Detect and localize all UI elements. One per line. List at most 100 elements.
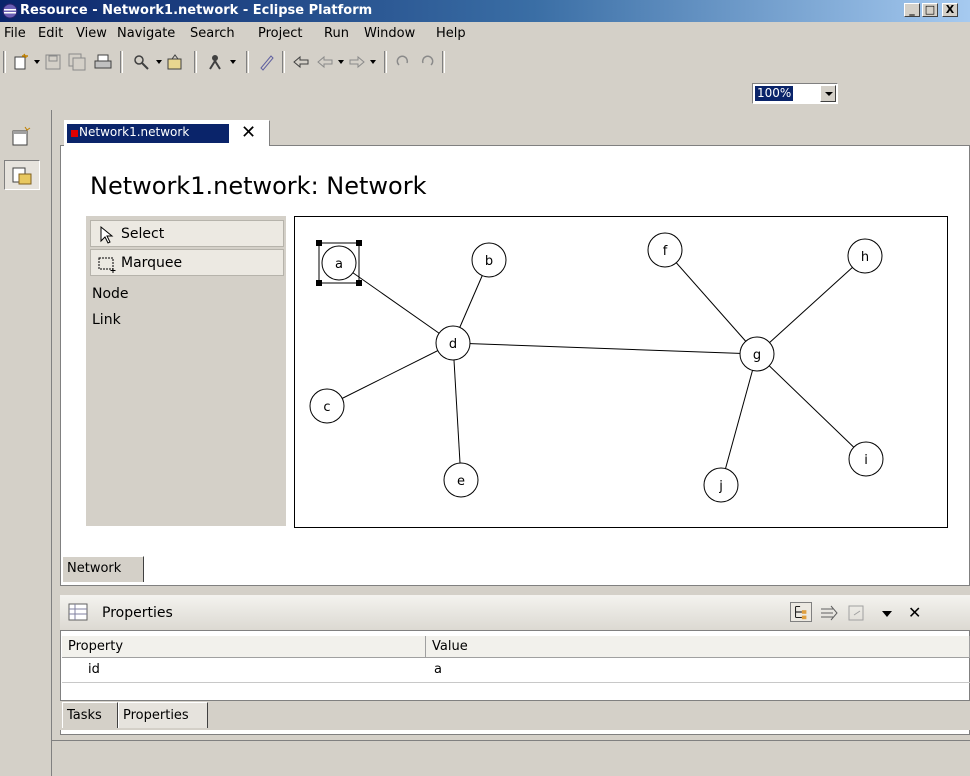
open-perspective-icon bbox=[12, 126, 31, 146]
column-header-property[interactable]: Property bbox=[62, 636, 426, 658]
close-view-icon[interactable]: ✕ bbox=[908, 603, 921, 622]
new-wizard-icon[interactable] bbox=[12, 53, 30, 71]
menu-view[interactable]: View bbox=[76, 26, 107, 41]
diagram-canvas[interactable]: a b c d e f g h i j bbox=[294, 216, 948, 528]
show-advanced-icon[interactable] bbox=[818, 603, 840, 623]
back-icon[interactable] bbox=[316, 53, 334, 71]
print-icon[interactable] bbox=[94, 53, 112, 71]
close-window-button[interactable]: X bbox=[942, 3, 958, 17]
menu-search[interactable]: Search bbox=[190, 26, 235, 41]
menu-file[interactable]: File bbox=[4, 26, 26, 41]
forward-dropdown-arrow[interactable] bbox=[370, 60, 376, 64]
link-e-d[interactable] bbox=[452, 342, 462, 481]
row-divider bbox=[62, 682, 970, 683]
selection-handle[interactable] bbox=[316, 280, 322, 286]
column-header-value[interactable]: Value bbox=[426, 636, 970, 658]
node-a[interactable]: a bbox=[316, 240, 362, 286]
link-h-g[interactable] bbox=[756, 255, 866, 355]
redo-icon[interactable] bbox=[418, 53, 436, 71]
node-label: d bbox=[449, 337, 457, 352]
run-dropdown-arrow[interactable] bbox=[230, 60, 236, 64]
save-all-icon[interactable] bbox=[68, 53, 86, 71]
palette-entry-link[interactable]: Link bbox=[92, 312, 121, 328]
last-edit-icon[interactable] bbox=[292, 53, 310, 71]
toolbar-separator bbox=[384, 51, 387, 73]
restore-default-icon[interactable] bbox=[846, 603, 868, 623]
node-label: i bbox=[864, 453, 868, 468]
menu-project[interactable]: Project bbox=[258, 26, 302, 41]
palette-tool-marquee[interactable]: Marquee bbox=[90, 249, 284, 276]
node-f[interactable]: f bbox=[647, 232, 683, 268]
node-j[interactable]: j bbox=[703, 467, 739, 503]
eclipse-icon bbox=[2, 3, 18, 19]
editor-tab-network1[interactable]: Network1.network ✕ bbox=[64, 120, 270, 146]
new-dropdown-arrow[interactable] bbox=[34, 60, 40, 64]
node-b[interactable]: b bbox=[471, 242, 507, 278]
properties-header: Properties ✕ bbox=[60, 595, 970, 631]
menu-edit[interactable]: Edit bbox=[38, 26, 63, 41]
dirty-marker-icon bbox=[71, 130, 78, 137]
node-e[interactable]: e bbox=[443, 462, 479, 498]
node-d[interactable]: d bbox=[435, 325, 471, 361]
maximize-button[interactable]: □ bbox=[922, 3, 938, 17]
link-d-g[interactable] bbox=[452, 342, 758, 355]
palette-tool-select[interactable]: Select bbox=[90, 220, 284, 247]
link-j-g[interactable] bbox=[720, 353, 758, 486]
show-categories-icon[interactable] bbox=[790, 602, 812, 622]
tab-properties[interactable]: Properties bbox=[118, 702, 208, 728]
save-icon[interactable] bbox=[44, 53, 62, 71]
node-c[interactable]: c bbox=[309, 388, 345, 424]
editor-tab-bar: Network1.network ✕ bbox=[60, 116, 970, 146]
property-value-cell[interactable]: a bbox=[434, 662, 442, 677]
toolbar-separator bbox=[246, 51, 249, 73]
status-bar-divider bbox=[52, 740, 970, 741]
forward-icon[interactable] bbox=[348, 53, 366, 71]
node-label: h bbox=[861, 250, 869, 265]
menu-navigate[interactable]: Navigate bbox=[117, 26, 175, 41]
properties-title: Properties bbox=[102, 605, 173, 621]
resource-perspective-icon bbox=[12, 167, 32, 185]
search-icon[interactable] bbox=[132, 53, 150, 71]
menu-run[interactable]: Run bbox=[324, 26, 349, 41]
zoom-combo[interactable]: 100% bbox=[752, 83, 838, 104]
selection-handle[interactable] bbox=[356, 280, 362, 286]
selection-handle[interactable] bbox=[356, 240, 362, 246]
node-g[interactable]: g bbox=[739, 336, 775, 372]
tool-palette: Select Marquee Node Link bbox=[86, 216, 286, 526]
resource-perspective-button[interactable] bbox=[4, 160, 40, 190]
close-icon[interactable]: ✕ bbox=[241, 122, 256, 143]
node-label: f bbox=[663, 244, 668, 259]
open-perspective-button[interactable] bbox=[4, 122, 40, 152]
node-label: c bbox=[323, 400, 330, 415]
search-dropdown-arrow[interactable] bbox=[156, 60, 162, 64]
minimize-button[interactable]: _ bbox=[904, 3, 920, 17]
toolbar-separator bbox=[120, 51, 123, 73]
annotation-icon[interactable] bbox=[258, 53, 276, 71]
menu-window[interactable]: Window bbox=[364, 26, 415, 41]
editor-tab-label: Network1.network bbox=[79, 125, 190, 139]
toolbar-separator bbox=[282, 51, 285, 73]
toolbar-separator bbox=[194, 51, 197, 73]
selection-handle[interactable] bbox=[316, 240, 322, 246]
node-label: g bbox=[753, 348, 761, 363]
back-dropdown-arrow[interactable] bbox=[338, 60, 344, 64]
editor-page-tab-network[interactable]: Network bbox=[62, 556, 144, 582]
menu-bar: File Edit View Navigate Search Project R… bbox=[0, 22, 970, 46]
zoom-value: 100% bbox=[755, 86, 794, 101]
node-h[interactable]: h bbox=[847, 238, 883, 274]
zoom-dropdown-button[interactable] bbox=[820, 85, 836, 102]
palette-entry-node[interactable]: Node bbox=[92, 286, 129, 302]
undo-icon[interactable] bbox=[394, 53, 412, 71]
run-icon[interactable] bbox=[206, 53, 224, 71]
link-f-g[interactable] bbox=[664, 249, 758, 355]
properties-icon bbox=[68, 603, 88, 621]
view-menu-icon[interactable] bbox=[876, 603, 898, 623]
node-i[interactable]: i bbox=[848, 441, 884, 477]
menu-help[interactable]: Help bbox=[436, 26, 466, 41]
link-c-d[interactable] bbox=[326, 342, 454, 407]
open-type-icon[interactable] bbox=[166, 53, 184, 71]
tab-tasks[interactable]: Tasks bbox=[62, 702, 118, 728]
property-name-cell: id bbox=[88, 662, 100, 677]
link-a-d[interactable] bbox=[338, 262, 454, 344]
link-i-g[interactable] bbox=[756, 353, 867, 460]
